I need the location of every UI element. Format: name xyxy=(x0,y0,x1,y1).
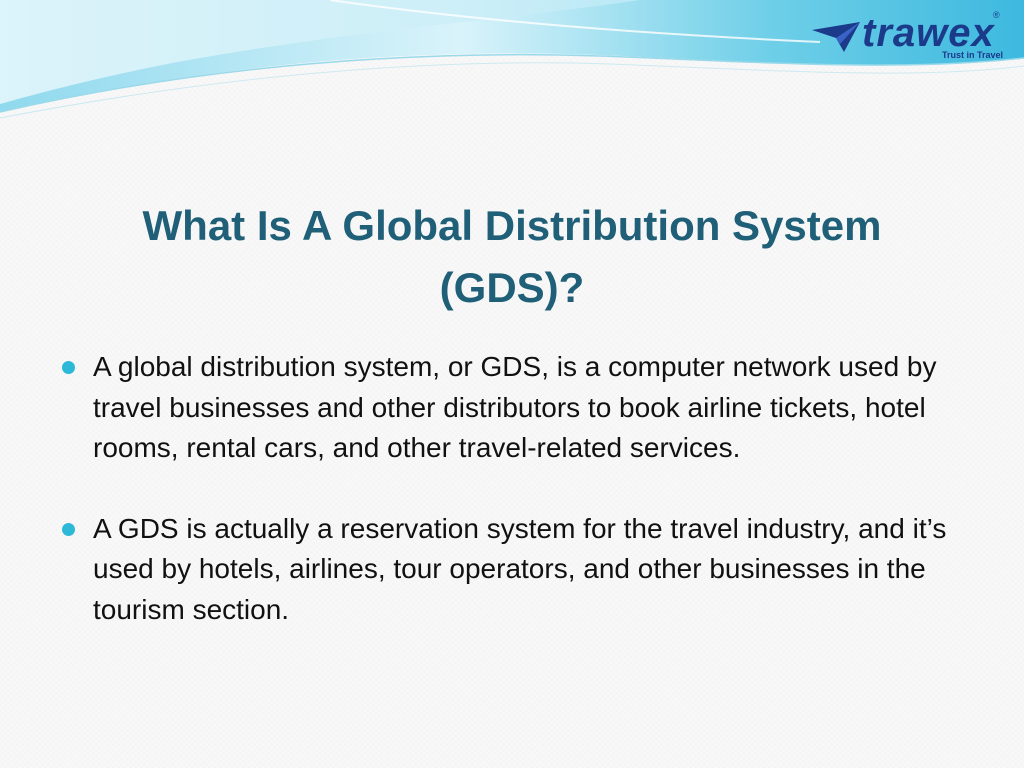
logo-registered-mark: ® xyxy=(993,10,1000,20)
bullet-marker xyxy=(62,361,75,374)
slide-title: What Is A Global Distribution System (GD… xyxy=(142,202,882,311)
arrow-plane-icon xyxy=(812,22,860,52)
logo-tagline: Trust in Travel xyxy=(942,50,1004,60)
slide-background: trawex ® Trust in Travel What Is A Globa… xyxy=(0,0,1024,768)
bullet-list: A global distribution system, or GDS, is… xyxy=(60,347,980,630)
trawex-logo: trawex ® Trust in Travel xyxy=(810,10,1010,66)
bullet-item: A GDS is actually a reservation system f… xyxy=(60,509,980,631)
bullet-item: A global distribution system, or GDS, is… xyxy=(60,347,980,469)
bullet-text: A GDS is actually a reservation system f… xyxy=(93,512,947,625)
bullet-marker xyxy=(62,522,75,536)
bullet-text: A global distribution system, or GDS, is… xyxy=(93,351,937,463)
